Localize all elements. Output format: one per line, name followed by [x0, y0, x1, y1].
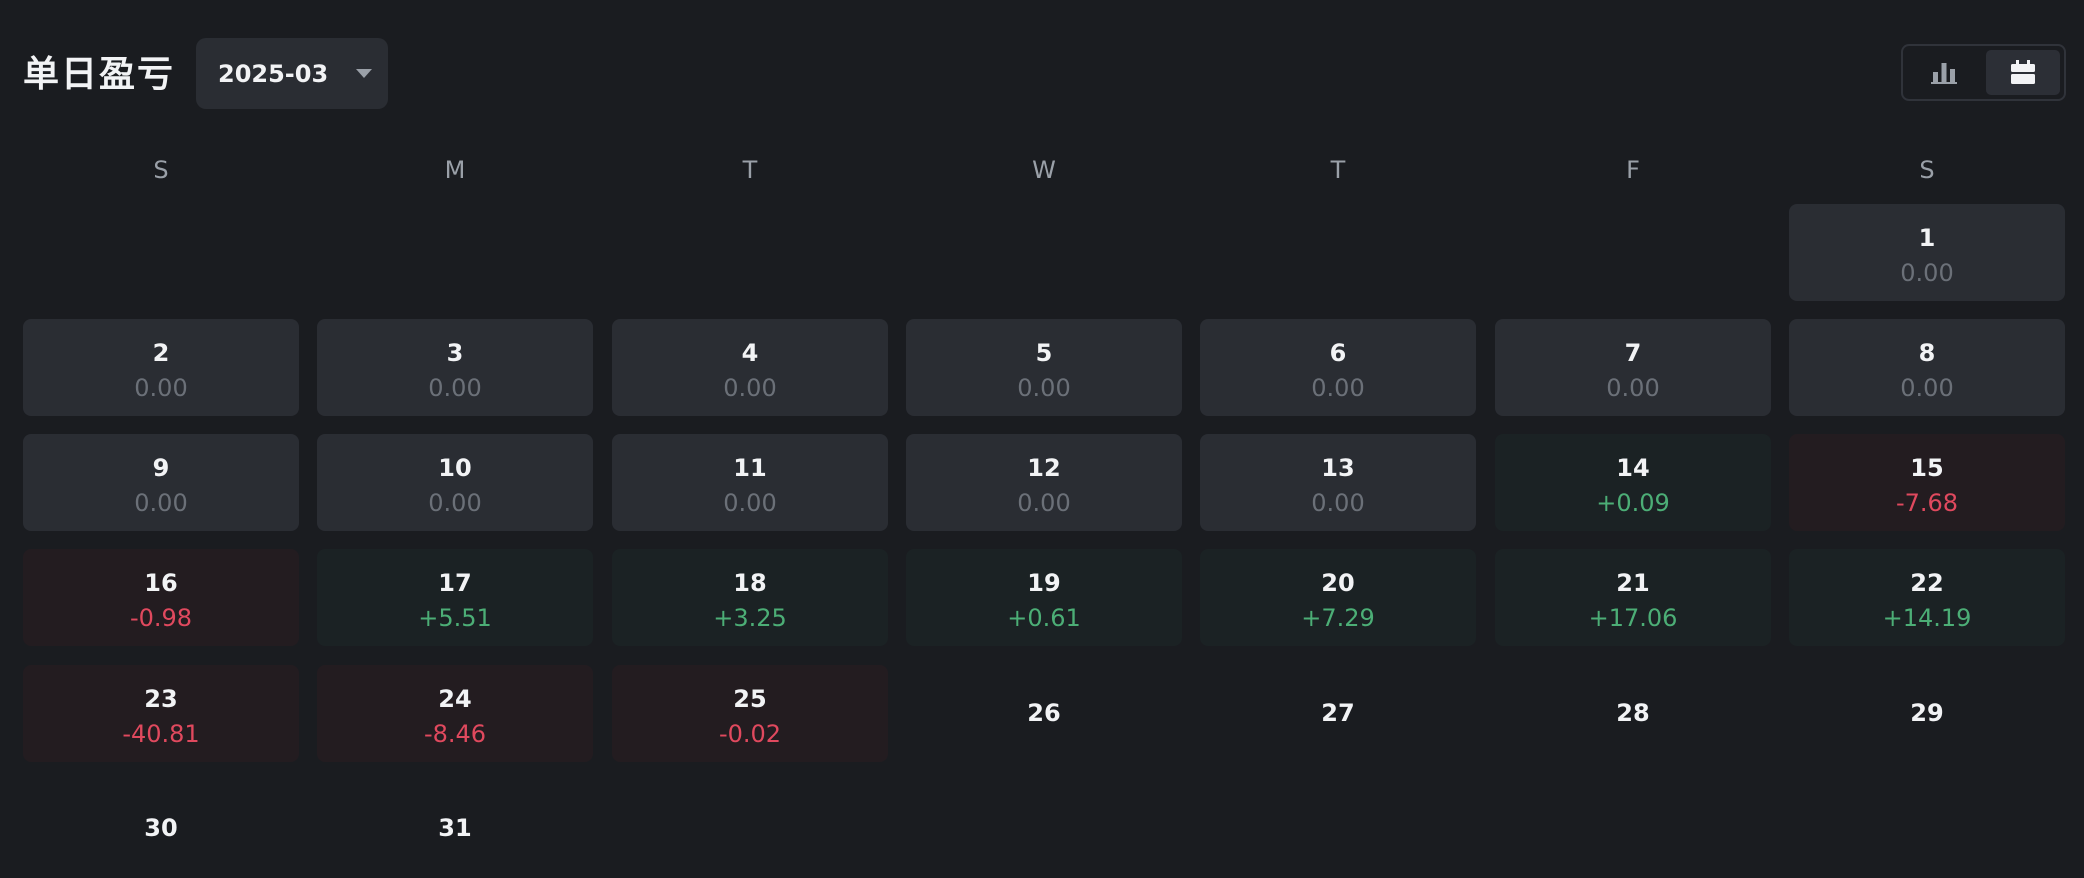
day-pnl-value: 0.00: [428, 374, 482, 402]
day-number: 27: [1321, 699, 1355, 727]
day-number: 21: [1616, 569, 1650, 597]
day-number: 17: [438, 569, 472, 597]
day-pnl-value: 0.00: [1900, 374, 1954, 402]
day-number: 5: [1035, 339, 1053, 367]
calendar-day-cell[interactable]: 30: [23, 780, 299, 877]
day-pnl-value: 0.00: [134, 489, 188, 517]
day-pnl-value: -0.98: [129, 604, 193, 632]
day-pnl-value: -40.81: [122, 720, 200, 748]
day-pnl-value: 0.00: [723, 374, 777, 402]
calendar-day-cell[interactable]: 12 0.00: [906, 434, 1182, 531]
calendar-day-cell[interactable]: 23 -40.81: [23, 665, 299, 762]
calendar-day-cell[interactable]: 14 +0.09: [1495, 434, 1771, 531]
day-pnl-value: 0.00: [1311, 374, 1365, 402]
day-number: 9: [152, 454, 170, 482]
day-pnl-value: -7.68: [1895, 489, 1959, 517]
day-number: 29: [1910, 699, 1944, 727]
calendar-day-cell[interactable]: 6 0.00: [1200, 319, 1476, 416]
day-number: 25: [733, 685, 767, 713]
day-number: 1: [1918, 224, 1936, 252]
calendar-day-cell[interactable]: 15 -7.68: [1789, 434, 2065, 531]
day-number: 26: [1027, 699, 1061, 727]
day-pnl-value: 0.00: [723, 489, 777, 517]
calendar-day-cell[interactable]: 20 +7.29: [1200, 549, 1476, 646]
day-number: 18: [733, 569, 767, 597]
day-pnl-value: +0.09: [1596, 489, 1670, 517]
calendar-day-cell[interactable]: 13 0.00: [1200, 434, 1476, 531]
day-pnl-value: +5.51: [418, 604, 492, 632]
calendar-day-cell[interactable]: 26: [906, 665, 1182, 762]
day-pnl-value: +0.61: [1007, 604, 1081, 632]
day-number: 22: [1910, 569, 1944, 597]
calendar-day-cell[interactable]: 11 0.00: [612, 434, 888, 531]
day-number: 16: [144, 569, 178, 597]
day-pnl-value: 0.00: [1311, 489, 1365, 517]
calendar-day-cell[interactable]: 24 -8.46: [317, 665, 593, 762]
day-number: 4: [741, 339, 759, 367]
calendar-day-cell[interactable]: 19 +0.61: [906, 549, 1182, 646]
calendar-day-cell[interactable]: 22 +14.19: [1789, 549, 2065, 646]
calendar-day-cell[interactable]: 27: [1200, 665, 1476, 762]
day-pnl-value: -8.46: [423, 720, 487, 748]
day-number: 30: [144, 814, 178, 842]
day-number: 19: [1027, 569, 1061, 597]
day-number: 10: [438, 454, 472, 482]
calendar-grid: 1 0.00 2 0.00 3 0.00 4 0.00 5 0.00 6 0.00 7 0.00 8 0.00…: [0, 0, 2084, 878]
calendar-day-cell[interactable]: 31: [317, 780, 593, 877]
calendar-day-cell[interactable]: 3 0.00: [317, 319, 593, 416]
day-pnl-value: 0.00: [134, 374, 188, 402]
day-number: 28: [1616, 699, 1650, 727]
day-number: 11: [733, 454, 767, 482]
day-pnl-value: 0.00: [1017, 489, 1071, 517]
calendar-day-cell[interactable]: 5 0.00: [906, 319, 1182, 416]
calendar-day-cell[interactable]: 17 +5.51: [317, 549, 593, 646]
calendar-day-cell[interactable]: 8 0.00: [1789, 319, 2065, 416]
calendar-day-cell[interactable]: 2 0.00: [23, 319, 299, 416]
day-number: 20: [1321, 569, 1355, 597]
day-number: 3: [446, 339, 464, 367]
day-number: 23: [144, 685, 178, 713]
day-pnl-value: 0.00: [1017, 374, 1071, 402]
day-number: 13: [1321, 454, 1355, 482]
daily-pnl-page: 单日盈亏 2025-03 S M T W T F S 1 0.00 2 0.00…: [0, 0, 2084, 878]
calendar-day-cell[interactable]: 28: [1495, 665, 1771, 762]
day-pnl-value: +14.19: [1882, 604, 1972, 632]
day-number: 8: [1918, 339, 1936, 367]
calendar-day-cell[interactable]: 7 0.00: [1495, 319, 1771, 416]
day-pnl-value: +3.25: [713, 604, 787, 632]
day-pnl-value: 0.00: [1606, 374, 1660, 402]
calendar-day-cell[interactable]: 4 0.00: [612, 319, 888, 416]
day-pnl-value: 0.00: [428, 489, 482, 517]
calendar-day-cell[interactable]: 18 +3.25: [612, 549, 888, 646]
calendar-day-cell[interactable]: 29: [1789, 665, 2065, 762]
day-pnl-value: -0.02: [718, 720, 782, 748]
day-number: 12: [1027, 454, 1061, 482]
calendar-day-cell[interactable]: 16 -0.98: [23, 549, 299, 646]
day-number: 6: [1329, 339, 1347, 367]
day-pnl-value: 0.00: [1900, 259, 1954, 287]
calendar-day-cell[interactable]: 9 0.00: [23, 434, 299, 531]
day-pnl-value: +17.06: [1588, 604, 1678, 632]
day-number: 31: [438, 814, 472, 842]
calendar-day-cell[interactable]: 1 0.00: [1789, 204, 2065, 301]
day-number: 2: [152, 339, 170, 367]
calendar-day-cell[interactable]: 21 +17.06: [1495, 549, 1771, 646]
day-pnl-value: +7.29: [1301, 604, 1375, 632]
day-number: 15: [1910, 454, 1944, 482]
day-number: 7: [1624, 339, 1642, 367]
day-number: 14: [1616, 454, 1650, 482]
day-number: 24: [438, 685, 472, 713]
calendar-day-cell[interactable]: 10 0.00: [317, 434, 593, 531]
calendar-day-cell[interactable]: 25 -0.02: [612, 665, 888, 762]
